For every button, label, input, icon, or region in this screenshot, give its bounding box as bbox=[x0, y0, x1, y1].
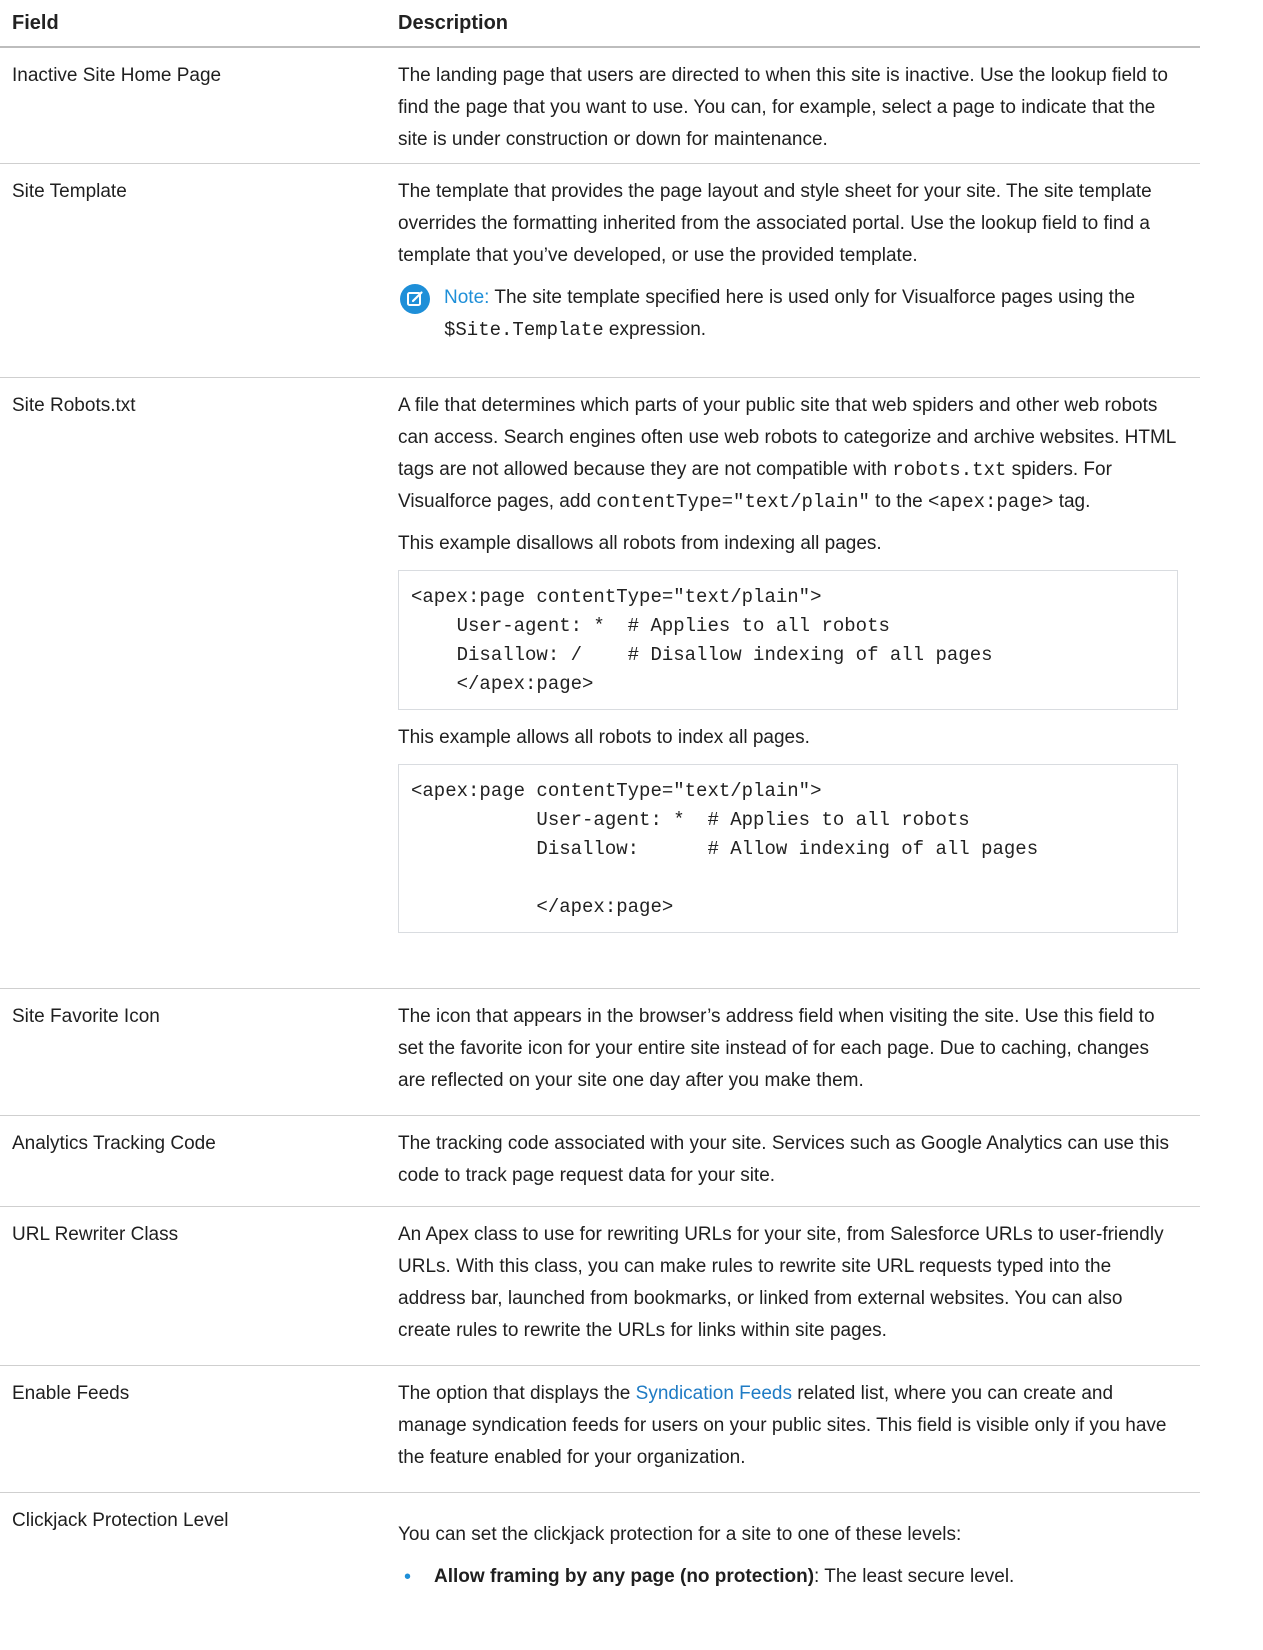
field-description: An Apex class to use for rewriting URLs … bbox=[398, 1207, 1178, 1365]
description-part: to the bbox=[869, 491, 928, 512]
inline-code: robots.txt bbox=[892, 459, 1007, 481]
description-text: The icon that appears in the browser’s a… bbox=[398, 1006, 1155, 1091]
table-row: Site Template The template that provides… bbox=[0, 164, 1200, 378]
edit-note-icon bbox=[400, 284, 430, 314]
field-name: Analytics Tracking Code bbox=[12, 1133, 216, 1154]
header-description: Description bbox=[398, 11, 509, 34]
code-example-allow: <apex:page contentType="text/plain"> Use… bbox=[398, 764, 1178, 933]
protection-levels-list: Allow framing by any page (no protection… bbox=[398, 1561, 1178, 1593]
table-row: URL Rewriter Class An Apex class to use … bbox=[0, 1207, 1200, 1366]
field-name: Inactive Site Home Page bbox=[12, 65, 222, 86]
table-header: Field Description bbox=[0, 0, 1200, 48]
field-name: Site Template bbox=[12, 181, 127, 202]
note-body: Note: The site template specified here i… bbox=[444, 282, 1178, 346]
description-text: An Apex class to use for rewriting URLs … bbox=[398, 1224, 1164, 1341]
table-row: Enable Feeds The option that displays th… bbox=[0, 1366, 1200, 1493]
table-row: Site Favorite Icon The icon that appears… bbox=[0, 989, 1200, 1116]
field-description: The template that provides the page layo… bbox=[398, 164, 1178, 377]
field-name: URL Rewriter Class bbox=[12, 1224, 179, 1245]
field-description: The tracking code associated with your s… bbox=[398, 1116, 1178, 1206]
field-description: You can set the clickjack protection for… bbox=[398, 1493, 1178, 1633]
description-text: The tracking code associated with your s… bbox=[398, 1133, 1169, 1186]
inline-code: <apex:page> bbox=[928, 491, 1054, 513]
description-text: The landing page that users are directed… bbox=[398, 65, 1168, 150]
field-name: Enable Feeds bbox=[12, 1383, 130, 1404]
description-text: You can set the clickjack protection for… bbox=[398, 1524, 962, 1545]
syndication-feeds-link[interactable]: Syndication Feeds bbox=[636, 1383, 792, 1404]
header-field: Field bbox=[12, 11, 59, 34]
note-code: $Site.Template bbox=[444, 319, 604, 341]
description-text: The template that provides the page layo… bbox=[398, 181, 1152, 266]
note-text-before: The site template specified here is used… bbox=[489, 287, 1136, 308]
description-part: The option that displays the bbox=[398, 1383, 636, 1404]
field-description: The icon that appears in the browser’s a… bbox=[398, 989, 1178, 1115]
description-text: The option that displays the Syndication… bbox=[398, 1378, 1178, 1474]
note-callout: Note: The site template specified here i… bbox=[398, 282, 1178, 346]
field-description: The landing page that users are directed… bbox=[398, 48, 1178, 163]
table-row: Analytics Tracking Code The tracking cod… bbox=[0, 1116, 1200, 1207]
field-name: Clickjack Protection Level bbox=[12, 1510, 229, 1531]
inline-code: contentType="text/plain" bbox=[596, 491, 870, 513]
field-name: Site Robots.txt bbox=[12, 395, 136, 416]
fields-table: Field Description Inactive Site Home Pag… bbox=[0, 0, 1200, 1633]
example-intro: This example disallows all robots from i… bbox=[398, 533, 882, 554]
table-row: Inactive Site Home Page The landing page… bbox=[0, 48, 1200, 164]
note-text-after: expression. bbox=[603, 319, 707, 340]
level-description: : The least secure level. bbox=[814, 1566, 1015, 1587]
table-row: Site Robots.txt A file that determines w… bbox=[0, 378, 1200, 989]
list-item: Allow framing by any page (no protection… bbox=[398, 1561, 1178, 1593]
field-description: The option that displays the Syndication… bbox=[398, 1366, 1178, 1492]
field-name: Site Favorite Icon bbox=[12, 1006, 160, 1027]
field-description: A file that determines which parts of yo… bbox=[398, 378, 1178, 988]
example-intro: This example allows all robots to index … bbox=[398, 727, 810, 748]
description-text: A file that determines which parts of yo… bbox=[398, 390, 1178, 518]
description-part: tag. bbox=[1053, 491, 1091, 512]
level-name: Allow framing by any page (no protection… bbox=[434, 1566, 815, 1587]
table-row: Clickjack Protection Level You can set t… bbox=[0, 1493, 1200, 1633]
code-example-disallow: <apex:page contentType="text/plain"> Use… bbox=[398, 570, 1178, 710]
note-label: Note: bbox=[444, 287, 490, 308]
